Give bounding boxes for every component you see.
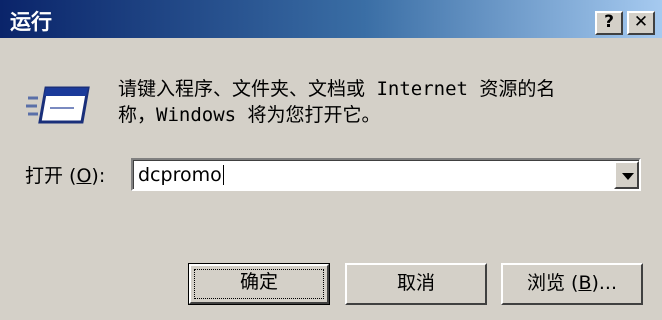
close-button[interactable]: ✕: [627, 11, 655, 35]
open-accelerator: O: [76, 165, 92, 187]
ok-button[interactable]: 确定: [188, 263, 330, 305]
run-window-icon: [26, 86, 90, 124]
command-input[interactable]: dcpromo: [138, 164, 224, 186]
instructions-line-2: 称，Windows 将为您打开它。: [118, 104, 381, 126]
help-icon: ?: [604, 12, 614, 32]
browse-accelerator: B: [578, 272, 592, 294]
cancel-button[interactable]: 取消: [345, 263, 487, 305]
dropdown-button[interactable]: [614, 161, 639, 189]
dialog-body: 请键入程序、文件夹、文档或 Internet 资源的名 称，Windows 将为…: [0, 38, 662, 320]
instructions-line-1: 请键入程序、文件夹、文档或 Internet 资源的名: [118, 78, 556, 100]
browse-button[interactable]: 浏览 (B)...: [501, 263, 643, 305]
ok-label: 确定: [239, 271, 278, 293]
close-icon: ✕: [633, 12, 649, 32]
text-caret: [222, 165, 224, 185]
command-combobox[interactable]: dcpromo: [131, 158, 641, 191]
cancel-label: 取消: [396, 272, 435, 294]
title-bar: 运行 ? ✕: [0, 0, 662, 38]
window-title: 运行: [10, 10, 52, 34]
instructions-text: 请键入程序、文件夹、文档或 Internet 资源的名 称，Windows 将为…: [118, 76, 638, 128]
help-button[interactable]: ?: [595, 11, 623, 35]
open-label: 打开 (O):: [25, 165, 106, 187]
chevron-down-icon: [622, 173, 634, 180]
